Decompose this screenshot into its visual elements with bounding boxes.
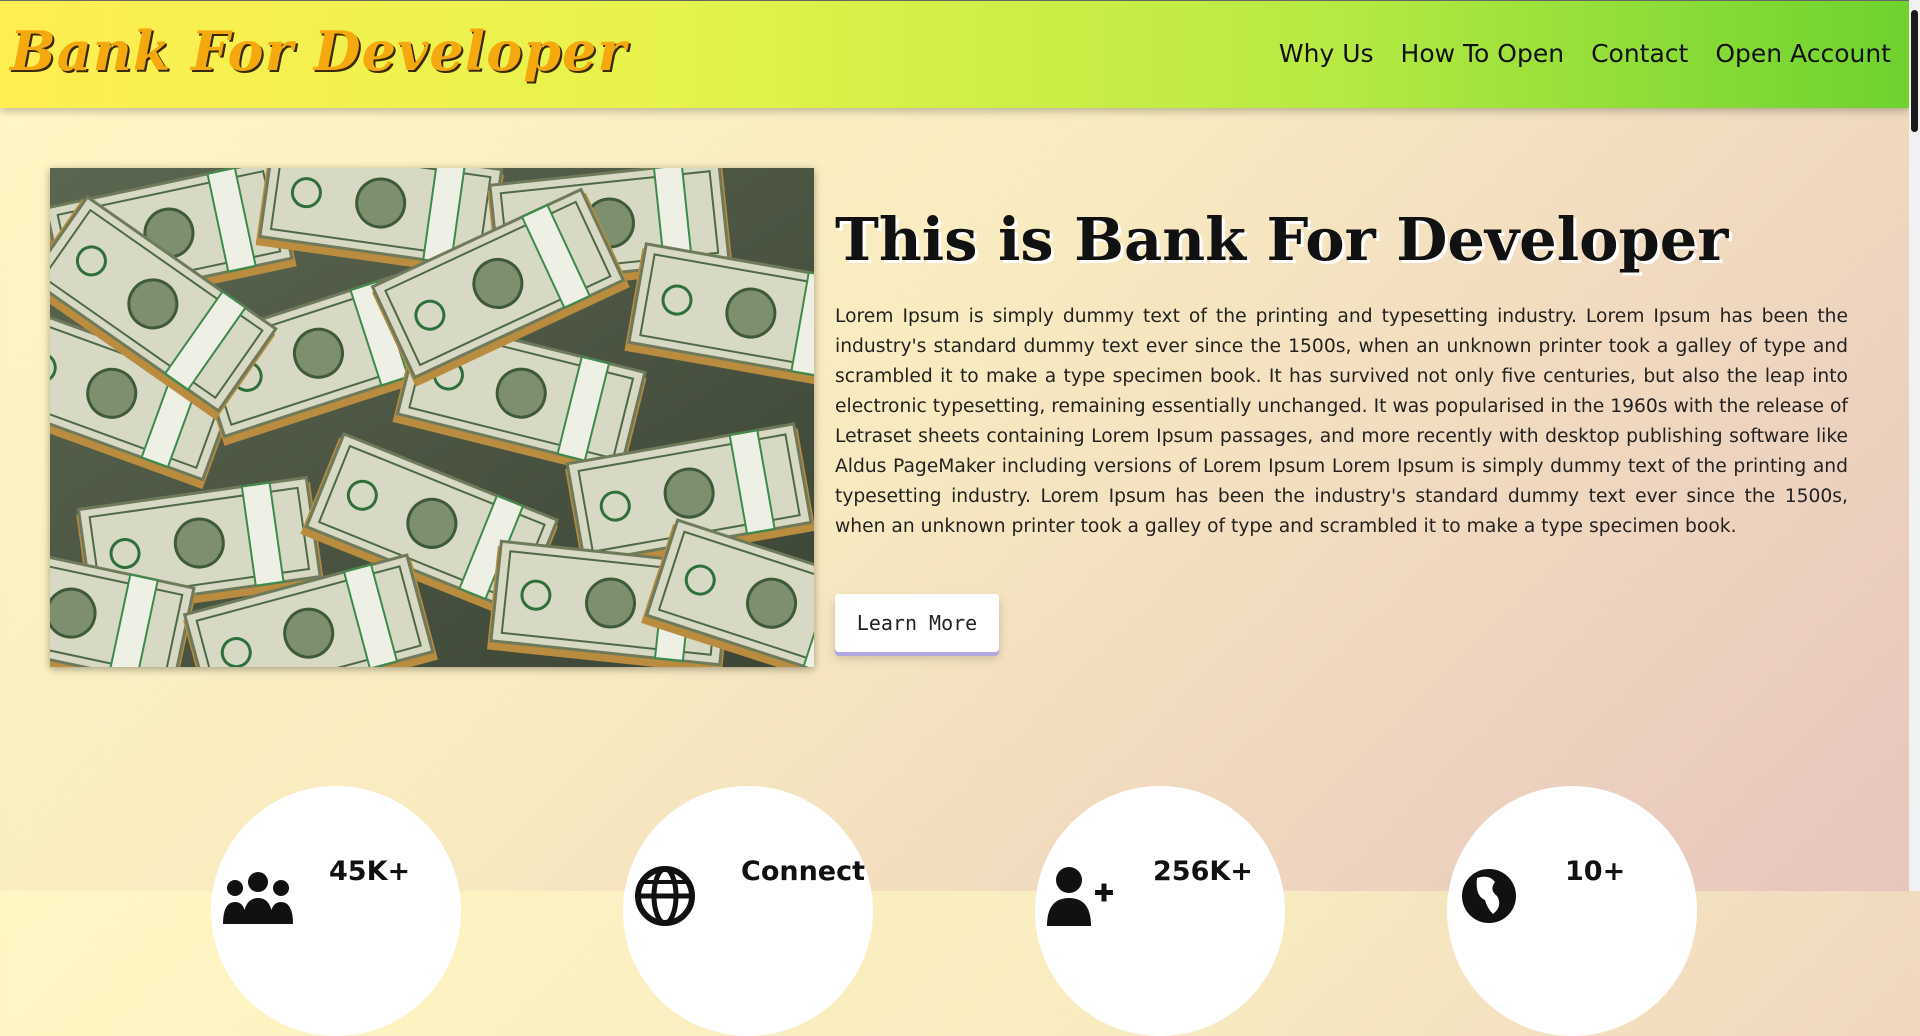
stat-card-users: 256K+ [1035, 786, 1285, 1036]
hero-title: This is Bank For Developer [835, 205, 1729, 274]
add-user-icon [1047, 866, 1117, 931]
stat-value: 256K+ [1153, 856, 1253, 887]
money-stack-illustration [50, 168, 814, 667]
stat-card-connect: Connect [623, 786, 873, 1036]
nav-open-account[interactable]: Open Account [1715, 39, 1891, 68]
hero-description: Lorem Ipsum is simply dummy text of the … [835, 306, 1848, 537]
scrollbar-thumb[interactable] [1911, 10, 1918, 132]
learn-more-button[interactable]: Learn More [835, 594, 999, 652]
nav-why-us[interactable]: Why Us [1279, 39, 1374, 68]
stat-value: 45K+ [329, 856, 411, 887]
stat-card-customers: 45K+ [211, 786, 461, 1036]
users-icon [223, 866, 293, 931]
nav-contact[interactable]: Contact [1591, 39, 1688, 68]
stat-value: 10+ [1565, 856, 1626, 887]
navbar: Bank For Developer Why Us How To Open Co… [0, 0, 1909, 108]
stat-value: Connect [741, 856, 866, 887]
brand-logo[interactable]: Bank For Developer [10, 19, 627, 83]
nav-how-to-open[interactable]: How To Open [1401, 39, 1565, 68]
nav-links: Why Us How To Open Contact Open Account [1279, 39, 1891, 68]
stat-card-countries: 10+ [1447, 786, 1697, 1036]
money-stack-image [50, 168, 814, 667]
globe-africa-icon [1459, 866, 1519, 931]
globe-icon [635, 866, 695, 931]
scrollbar[interactable] [1909, 0, 1920, 891]
